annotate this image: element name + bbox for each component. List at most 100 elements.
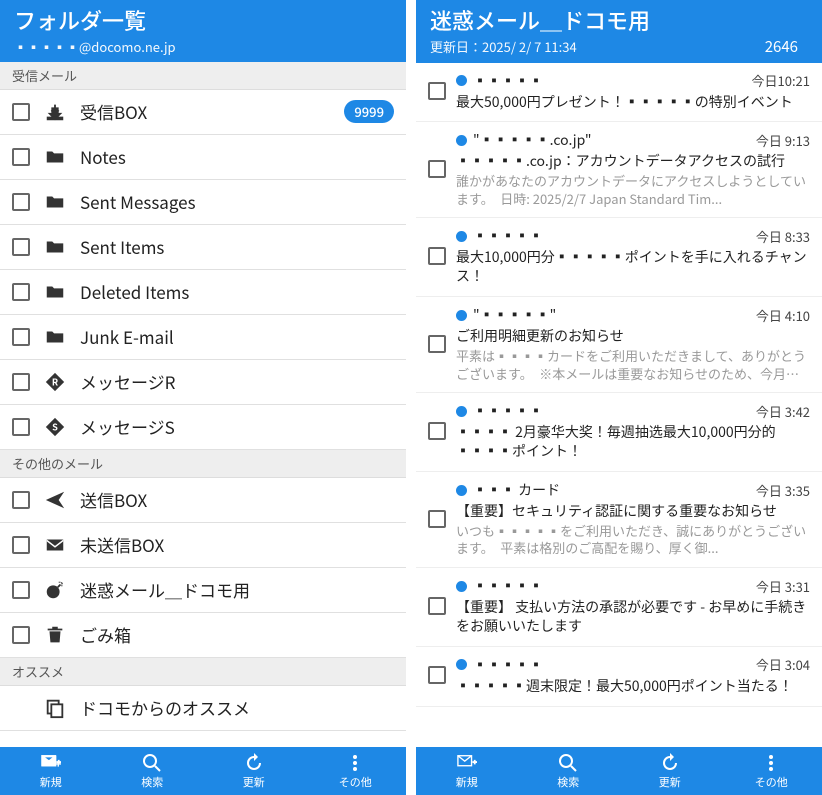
svg-text:S: S <box>52 419 58 433</box>
unread-dot-icon <box>456 75 467 86</box>
folder-label: 迷惑メール＿ドコモ用 <box>80 577 394 602</box>
bomb-icon <box>44 579 66 601</box>
mail-sender: ▪▪▪▪▪ <box>473 401 750 421</box>
refresh-button[interactable]: 更新 <box>203 747 305 795</box>
folder-checkbox[interactable] <box>12 581 30 599</box>
diamond-s-icon: S <box>44 416 66 438</box>
mail-checkbox[interactable] <box>428 666 446 684</box>
more-icon <box>345 753 365 773</box>
folder-label: Sent Items <box>80 234 394 259</box>
mail-folder-title: 迷惑メール＿ドコモ用 <box>430 6 808 35</box>
mail-checkbox[interactable] <box>428 597 446 615</box>
folder-label: Deleted Items <box>80 279 394 304</box>
folder-checkbox[interactable] <box>12 238 30 256</box>
mail-time: 今日 3:35 <box>756 481 810 500</box>
folder-header: フォルダ一覧 ▪▪▪▪▪@docomo.ne.jp <box>0 0 406 62</box>
folder-item[interactable]: Sent Items <box>0 225 406 270</box>
mail-item[interactable]: ▪▪▪▪▪今日 3:42▪▪▪▪ 2月豪华大奖！毎週抽选最大10,000円分的▪… <box>416 393 822 472</box>
folder-item[interactable]: RメッセージR <box>0 360 406 405</box>
folder-item[interactable]: ドコモからのオススメ <box>0 686 406 731</box>
search-button[interactable]: 検索 <box>518 747 620 795</box>
section-header: オススメ <box>0 658 406 686</box>
mail-item[interactable]: ▪▪▪▪▪今日10:21最大50,000円プレゼント！▪▪▪▪▪の特別イベント <box>416 63 822 123</box>
folder-label: 受信BOX <box>80 99 330 124</box>
svg-text:R: R <box>52 374 59 388</box>
folder-checkbox[interactable] <box>12 328 30 346</box>
mail-subject: 【重要】 支払い方法の承認が必要です - お早めに手続きをお願いいたします <box>456 598 810 636</box>
folder-checkbox[interactable] <box>12 626 30 644</box>
mail-checkbox[interactable] <box>428 160 446 178</box>
mail-checkbox[interactable] <box>428 247 446 265</box>
folder-item[interactable]: Sent Messages <box>0 180 406 225</box>
folder-checkbox[interactable] <box>12 373 30 391</box>
folder-checkbox[interactable] <box>12 418 30 436</box>
refresh-icon <box>244 753 264 773</box>
mail-checkbox[interactable] <box>428 510 446 528</box>
other-label: その他 <box>339 774 372 790</box>
inbox-icon <box>44 101 66 123</box>
folder-item[interactable]: Notes <box>0 135 406 180</box>
unread-dot-icon <box>456 135 467 146</box>
mail-checkbox[interactable] <box>428 335 446 353</box>
folder-checkbox[interactable] <box>12 193 30 211</box>
unread-dot-icon <box>456 406 467 417</box>
folder-checkbox[interactable] <box>12 103 30 121</box>
mail-time: 今日 3:31 <box>756 577 810 596</box>
folder-item[interactable]: Junk E-mail <box>0 315 406 360</box>
folder-item[interactable]: 未送信BOX <box>0 523 406 568</box>
folder-checkbox[interactable] <box>12 283 30 301</box>
folder-item[interactable]: 受信BOX9999 <box>0 90 406 135</box>
folder-label: Notes <box>80 144 394 169</box>
folder-item[interactable]: 送信BOX <box>0 478 406 523</box>
mail-subject: ▪▪▪▪▪週末限定！最大50,000円ポイント当たる！ <box>456 677 810 696</box>
mail-time: 今日 3:42 <box>756 402 810 421</box>
trash-icon <box>44 624 66 646</box>
refresh-button[interactable]: 更新 <box>619 747 721 795</box>
folder-icon <box>44 191 66 213</box>
folder-label: ごみ箱 <box>80 622 394 647</box>
folder-item[interactable]: ごみ箱 <box>0 613 406 658</box>
unread-dot-icon <box>456 231 467 242</box>
mail-list[interactable]: ▪▪▪▪▪今日10:21最大50,000円プレゼント！▪▪▪▪▪の特別イベント "… <box>416 63 822 747</box>
folder-header-title: フォルダ一覧 <box>14 6 392 35</box>
other-button[interactable]: その他 <box>305 747 407 795</box>
new-mail-icon <box>41 753 61 773</box>
mail-item[interactable]: ▪▪▪▪▪ 今日 3:31 【重要】 支払い方法の承認が必要です - お早めに手続き… <box>416 568 822 647</box>
folder-checkbox[interactable] <box>12 148 30 166</box>
folder-checkbox[interactable] <box>12 536 30 554</box>
folder-item[interactable]: Deleted Items <box>0 270 406 315</box>
mail-checkbox[interactable] <box>428 422 446 440</box>
search-label: 検索 <box>557 774 579 790</box>
other-button[interactable]: その他 <box>721 747 822 795</box>
more-icon <box>761 753 781 773</box>
section-header: 受信メール <box>0 62 406 90</box>
mail-item[interactable]: "▪▪▪▪▪.co.jp"今日 9:13▪▪▪▪▪.co.jp：アカウントデータ… <box>416 122 822 218</box>
folder-item[interactable]: 迷惑メール＿ドコモ用 <box>0 568 406 613</box>
updated-date: 更新日：2025/ 2/ 7 11:34 <box>430 37 577 56</box>
new-button[interactable]: 新規 <box>416 747 518 795</box>
mail-subject: 最大10,000円分▪▪▪▪▪ポイントを手に入れるチャンス！ <box>456 248 810 286</box>
new-mail-icon <box>457 753 477 773</box>
folder-checkbox[interactable] <box>12 491 30 509</box>
unread-dot-icon <box>456 485 467 496</box>
folder-item[interactable]: SメッセージS <box>0 405 406 450</box>
mail-sender: "▪▪▪▪▪.co.jp" <box>473 130 750 150</box>
mail-item[interactable]: ▪▪▪▪▪今日 3:04▪▪▪▪▪週末限定！最大50,000円ポイント当たる！ <box>416 647 822 707</box>
diamond-r-icon: R <box>44 371 66 393</box>
mail-item[interactable]: "▪▪▪▪▪"今日 4:10ご利用明細更新のお知らせ平素は▪▪▪▪カードをご利用… <box>416 297 822 393</box>
mail-checkbox[interactable] <box>428 82 446 100</box>
folder-label: 送信BOX <box>80 487 394 512</box>
mail-time: 今日 9:13 <box>756 131 810 150</box>
mail-time: 今日10:21 <box>752 71 810 90</box>
search-button[interactable]: 検索 <box>102 747 204 795</box>
folder-icon <box>44 146 66 168</box>
mail-sender: ▪▪▪▪▪ <box>473 576 750 596</box>
mail-item[interactable]: ▪▪▪ カード今日 3:35【重要】セキュリティ認証に関する重要なお知らせいつも… <box>416 472 822 568</box>
refresh-label: 更新 <box>659 774 681 790</box>
new-button[interactable]: 新規 <box>0 747 102 795</box>
mail-preview: いつも▪▪▪▪▪をご利用いただき、誠にありがとうございます。 平素は格別のご高配… <box>456 522 810 557</box>
mail-sender: "▪▪▪▪▪" <box>473 305 750 325</box>
folder-list[interactable]: 受信メール受信BOX9999 Notes Sent Messages Sent Ite… <box>0 62 406 747</box>
new-label: 新規 <box>40 774 62 790</box>
mail-item[interactable]: ▪▪▪▪▪今日 8:33最大10,000円分▪▪▪▪▪ポイントを手に入れるチャン… <box>416 218 822 297</box>
